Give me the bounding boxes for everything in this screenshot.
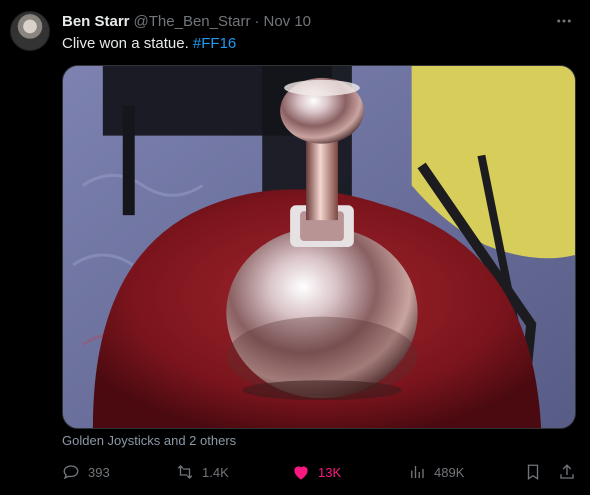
avatar[interactable]	[10, 11, 50, 51]
bookmark-button[interactable]	[524, 463, 542, 481]
hashtag-link[interactable]: #FF16	[193, 35, 236, 52]
tweet-body: Clive won a statue.	[62, 35, 189, 52]
retweet-button[interactable]: 1.4K	[176, 463, 229, 481]
share-button[interactable]	[558, 463, 576, 481]
views-button[interactable]: 489K	[408, 463, 464, 481]
views-count: 489K	[434, 464, 465, 480]
tweet-text: Clive won a statue. #FF16	[62, 35, 236, 52]
like-count: 13K	[318, 464, 342, 480]
author-name[interactable]: Ben Starr	[62, 13, 130, 30]
reply-icon	[63, 465, 79, 480]
action-bar: 393 1.4K 13K 489K	[62, 460, 576, 484]
bookmark-icon	[527, 464, 539, 481]
retweet-count: 1.4K	[202, 464, 229, 480]
tweet-photo[interactable]	[62, 65, 576, 429]
like-button[interactable]: 13K	[292, 463, 341, 481]
share-icon	[560, 464, 574, 479]
heart-icon	[294, 466, 308, 480]
more-icon[interactable]	[554, 11, 574, 31]
author-handle[interactable]: @The_Ben_Starr	[134, 13, 251, 30]
tweet-date[interactable]: Nov 10	[263, 13, 311, 30]
reply-button[interactable]: 393	[62, 463, 110, 481]
retweet-icon	[177, 465, 193, 479]
views-icon	[411, 466, 424, 478]
liked-by-text[interactable]: Golden Joysticks and 2 others	[62, 433, 236, 448]
reply-count: 393	[88, 464, 110, 480]
tweet-header: Ben Starr @The_Ben_Starr · Nov 10	[62, 11, 574, 31]
separator: ·	[254, 12, 260, 30]
